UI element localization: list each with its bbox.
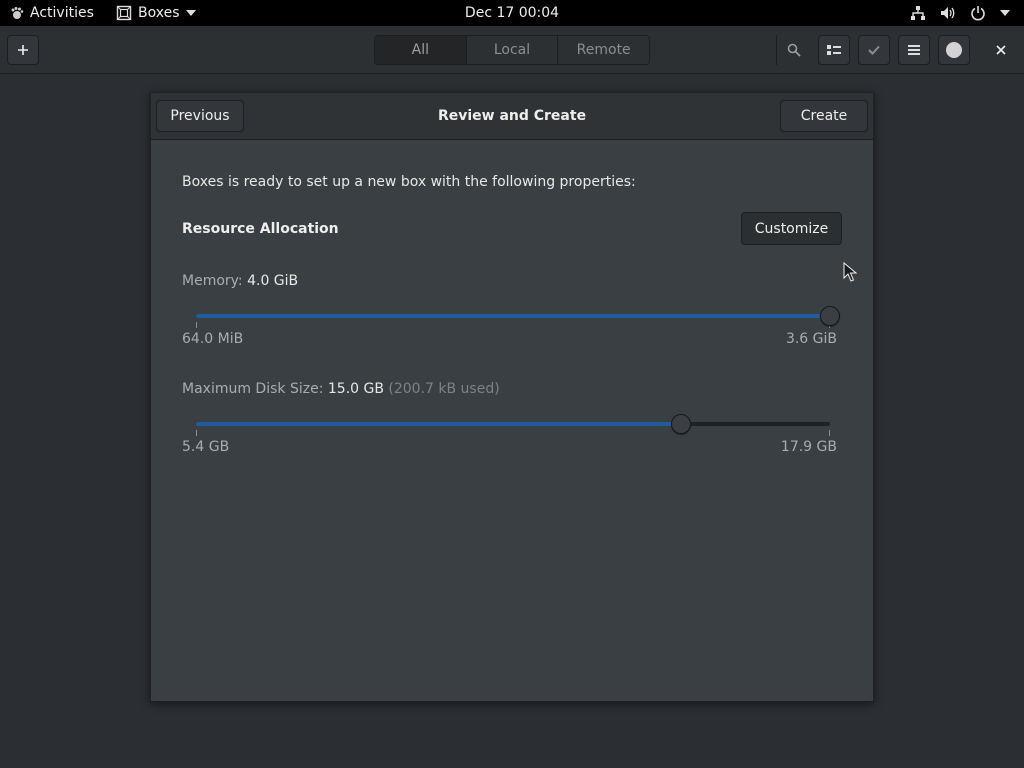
- disk-used-text: (200.7 kB used): [388, 381, 500, 397]
- customize-button[interactable]: Customize: [741, 212, 842, 245]
- review-create-dialog: Previous Review and Create Create Boxes …: [150, 92, 874, 702]
- memory-slider[interactable]: [196, 314, 830, 318]
- memory-min-tick: [196, 322, 197, 328]
- gnome-foot-icon: [11, 7, 24, 19]
- memory-label: Memory: 4.0 GiB: [182, 273, 298, 289]
- resource-allocation-heading: Resource Allocation: [182, 221, 339, 237]
- close-icon: [996, 45, 1006, 55]
- memory-max-label: 3.6 GiB: [785, 331, 837, 347]
- boxes-header-bar: All Local Remote: [0, 26, 1024, 74]
- disk-size-label: Maximum Disk Size: 15.0 GB (200.7 kB use…: [182, 381, 500, 397]
- memory-slider-handle[interactable]: [820, 306, 840, 326]
- dialog-title-area: Review and Create: [151, 93, 873, 139]
- chevron-down-icon: [1000, 10, 1010, 16]
- disk-max-tick: [829, 430, 830, 436]
- disk-size-value: 15.0 GB: [327, 381, 384, 397]
- create-button[interactable]: Create: [780, 100, 868, 132]
- power-icon: [971, 6, 985, 21]
- disk-min-label: 5.4 GB: [182, 439, 230, 455]
- app-menu-label: Boxes: [138, 5, 180, 21]
- search-button[interactable]: [778, 35, 810, 65]
- disk-size-key: Maximum Disk Size:: [182, 381, 324, 397]
- activities-button[interactable]: Activities: [10, 0, 94, 26]
- dialog-header: Previous Review and Create Create: [151, 93, 873, 140]
- previous-button[interactable]: Previous: [156, 100, 244, 132]
- hamburger-menu-icon: [908, 45, 920, 55]
- tab-local[interactable]: Local: [466, 36, 559, 64]
- dialog-title: Review and Create: [437, 108, 587, 124]
- disk-size-slider-fill: [196, 422, 681, 426]
- header-separator: [776, 35, 777, 65]
- volume-icon: [941, 7, 955, 19]
- tab-all[interactable]: All: [375, 36, 467, 64]
- gnome-top-bar: Activities Boxes Dec 17 00:04: [0, 0, 1024, 26]
- disk-size-slider-handle[interactable]: [671, 414, 691, 434]
- select-check-icon: [868, 45, 880, 55]
- mouse-pointer-icon: [843, 262, 857, 282]
- app-menu-button[interactable]: Boxes: [116, 0, 196, 26]
- disk-size-slider[interactable]: [196, 422, 830, 426]
- tab-remote[interactable]: Remote: [558, 36, 649, 64]
- plus-icon: [18, 45, 28, 55]
- search-icon: [787, 43, 801, 57]
- disk-max-label: 17.9 GB: [780, 439, 837, 455]
- system-menu-button[interactable]: [910, 0, 1010, 26]
- list-view-button[interactable]: [818, 35, 850, 65]
- window-close-button[interactable]: [986, 35, 1016, 65]
- network-icon: [911, 6, 925, 20]
- memory-slider-fill: [196, 314, 830, 318]
- memory-value: 4.0 GiB: [247, 273, 299, 289]
- selection-mode-button[interactable]: [858, 35, 890, 65]
- disk-min-tick: [196, 430, 197, 436]
- view-switcher: All Local Remote: [374, 35, 650, 65]
- activities-label: Activities: [30, 5, 94, 21]
- memory-min-label: 64.0 MiB: [182, 331, 244, 347]
- list-view-icon: [827, 45, 841, 55]
- chevron-down-icon: [185, 10, 196, 16]
- new-box-button[interactable]: [7, 35, 39, 65]
- memory-key: Memory:: [182, 273, 243, 289]
- avatar-icon: [946, 42, 962, 58]
- intro-text: Boxes is ready to set up a new box with …: [182, 174, 636, 190]
- main-menu-button[interactable]: [898, 35, 930, 65]
- clock-button[interactable]: Dec 17 00:04: [465, 5, 559, 21]
- boxes-app-icon: [116, 5, 132, 21]
- account-button[interactable]: [938, 35, 970, 65]
